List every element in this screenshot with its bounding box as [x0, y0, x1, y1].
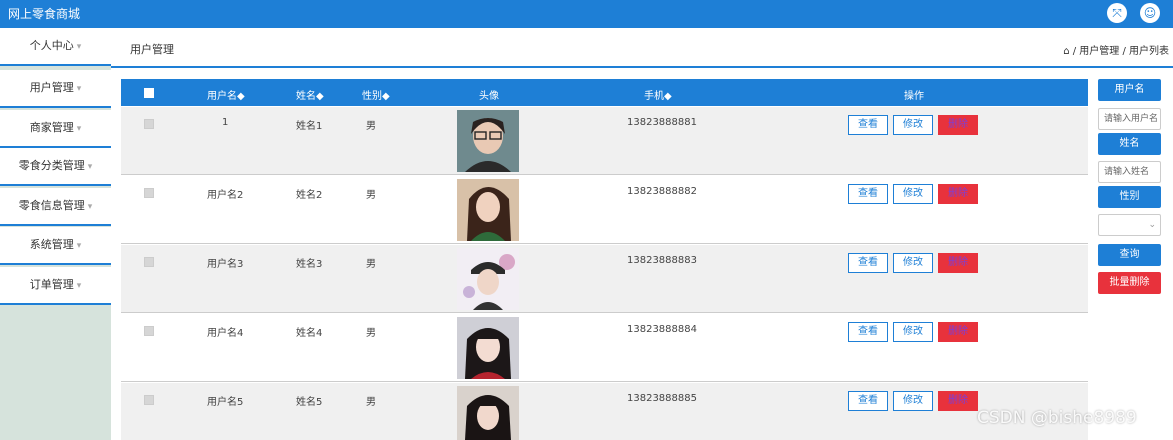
- username-label: 用户名: [1098, 79, 1161, 101]
- page-title: 用户管理: [130, 43, 174, 56]
- fullscreen-icon[interactable]: ⤧: [1107, 3, 1127, 23]
- view-button[interactable]: 查看: [848, 322, 888, 342]
- cell-gender: 男: [366, 328, 376, 339]
- select-all-checkbox[interactable]: [144, 88, 154, 98]
- gender-select[interactable]: ⌄: [1098, 214, 1161, 236]
- row-checkbox[interactable]: [144, 188, 154, 198]
- user-avatar: [457, 386, 519, 440]
- sidebar: 个人中心 ▾ 用户管理 ▾ 商家管理 ▾ 零食分类管理 ▾ 零食信息管理 ▾ 系统管理 ▾ …: [0, 28, 111, 440]
- column-actions: 操作: [904, 91, 924, 102]
- edit-button[interactable]: 修改: [893, 184, 933, 204]
- top-bar: 网上零食商城 ⤧ ☺: [0, 0, 1173, 28]
- cell-phone: 13823888882: [627, 186, 697, 197]
- sidebar-item-label: 零食信息管理: [18, 199, 85, 212]
- query-button[interactable]: 查询: [1098, 244, 1161, 266]
- batch-delete-button[interactable]: 批量删除: [1098, 272, 1161, 294]
- username-search-input[interactable]: 请输入用户名: [1098, 108, 1161, 130]
- sidebar-item-label: 系统管理: [29, 238, 74, 251]
- sidebar-item-system-management[interactable]: 系统管理 ▾: [0, 227, 111, 265]
- cell-phone: 13823888881: [627, 117, 697, 128]
- delete-button[interactable]: 删除: [938, 322, 978, 342]
- cell-gender: 男: [366, 121, 376, 132]
- row-checkbox[interactable]: [144, 395, 154, 405]
- user-table: 用户名◆ 姓名◆ 性别◆ 头像 手机◆ 操作 1 姓名1 男 138238888…: [121, 79, 1088, 440]
- sidebar-item-label: 商家管理: [29, 121, 74, 134]
- edit-button[interactable]: 修改: [893, 322, 933, 342]
- row-checkbox[interactable]: [144, 119, 154, 129]
- delete-button[interactable]: 删除: [938, 391, 978, 411]
- table-row: 用户名3 姓名3 男 13823888883 查看 修改 删除: [121, 245, 1088, 313]
- column-avatar: 头像: [479, 91, 499, 102]
- cell-username: 1: [222, 117, 229, 128]
- delete-button[interactable]: 删除: [938, 253, 978, 273]
- cell-gender: 男: [366, 397, 376, 408]
- user-icon[interactable]: ☺: [1140, 3, 1160, 23]
- row-checkbox[interactable]: [144, 326, 154, 336]
- app-title: 网上零食商城: [8, 7, 81, 21]
- sidebar-item-personal-center[interactable]: 个人中心 ▾: [0, 28, 111, 66]
- delete-button[interactable]: 删除: [938, 115, 978, 135]
- view-button[interactable]: 查看: [848, 115, 888, 135]
- cell-phone: 13823888884: [627, 324, 697, 335]
- header-bar: 用户管理 ⌂ / 用户管理 / 用户列表: [111, 28, 1173, 68]
- chevron-down-icon: ▾: [76, 42, 82, 52]
- cell-username: 用户名4: [207, 328, 244, 339]
- cell-gender: 男: [366, 259, 376, 270]
- name-label: 姓名: [1098, 133, 1161, 155]
- chevron-down-icon: ▾: [87, 162, 93, 172]
- sidebar-item-label: 用户管理: [29, 81, 74, 94]
- watermark: CSDN @bishe8989: [977, 408, 1137, 428]
- chevron-down-icon: ▾: [76, 84, 82, 94]
- cell-username: 用户名2: [207, 190, 244, 201]
- gender-label: 性别: [1098, 186, 1161, 208]
- table-header: 用户名◆ 姓名◆ 性别◆ 头像 手机◆ 操作: [121, 79, 1088, 106]
- column-name[interactable]: 姓名◆: [296, 87, 324, 102]
- row-checkbox[interactable]: [144, 257, 154, 267]
- cell-username: 用户名3: [207, 259, 244, 270]
- cell-username: 用户名5: [207, 397, 244, 408]
- user-avatar: [457, 317, 519, 379]
- column-phone[interactable]: 手机◆: [644, 87, 672, 102]
- cell-name: 姓名5: [296, 397, 323, 408]
- chevron-down-icon: ▾: [76, 124, 82, 134]
- cell-name: 姓名2: [296, 190, 323, 201]
- view-button[interactable]: 查看: [848, 253, 888, 273]
- table-row: 用户名4 姓名4 男 13823888884 查看 修改 删除: [121, 314, 1088, 382]
- breadcrumb[interactable]: ⌂ / 用户管理 / 用户列表: [1063, 42, 1169, 57]
- sidebar-item-merchant-management[interactable]: 商家管理 ▾: [0, 110, 111, 148]
- table-row: 1 姓名1 男 13823888881 查看 修改 删除: [121, 107, 1088, 175]
- table-row: 用户名2 姓名2 男 13823888882 查看 修改 删除: [121, 176, 1088, 244]
- sidebar-item-label: 订单管理: [29, 278, 74, 291]
- cell-phone: 13823888885: [627, 393, 697, 404]
- edit-button[interactable]: 修改: [893, 115, 933, 135]
- sidebar-item-label: 零食分类管理: [18, 159, 85, 172]
- edit-button[interactable]: 修改: [893, 391, 933, 411]
- chevron-down-icon: ▾: [87, 202, 93, 212]
- sidebar-item-user-management[interactable]: 用户管理 ▾: [0, 70, 111, 108]
- cell-name: 姓名1: [296, 121, 323, 132]
- cell-gender: 男: [366, 190, 376, 201]
- column-username[interactable]: 用户名◆: [207, 87, 245, 102]
- column-gender[interactable]: 性别◆: [362, 87, 390, 102]
- chevron-down-icon: ⌄: [1148, 220, 1156, 230]
- name-search-input[interactable]: 请输入姓名: [1098, 161, 1161, 183]
- sidebar-item-snack-info-management[interactable]: 零食信息管理 ▾: [0, 188, 111, 226]
- cell-name: 姓名3: [296, 259, 323, 270]
- sidebar-item-label: 个人中心: [29, 39, 74, 52]
- user-avatar: [457, 179, 519, 241]
- cell-name: 姓名4: [296, 328, 323, 339]
- user-avatar: [457, 110, 519, 172]
- sidebar-item-order-management[interactable]: 订单管理 ▾: [0, 267, 111, 305]
- sidebar-item-snack-category-management[interactable]: 零食分类管理 ▾: [0, 148, 111, 186]
- chevron-down-icon: ▾: [76, 241, 82, 251]
- cell-phone: 13823888883: [627, 255, 697, 266]
- chevron-down-icon: ▾: [76, 281, 82, 291]
- user-avatar: [457, 248, 519, 310]
- view-button[interactable]: 查看: [848, 184, 888, 204]
- delete-button[interactable]: 删除: [938, 184, 978, 204]
- edit-button[interactable]: 修改: [893, 253, 933, 273]
- table-row: 用户名5 姓名5 男 13823888885 查看 修改 删除: [121, 383, 1088, 440]
- view-button[interactable]: 查看: [848, 391, 888, 411]
